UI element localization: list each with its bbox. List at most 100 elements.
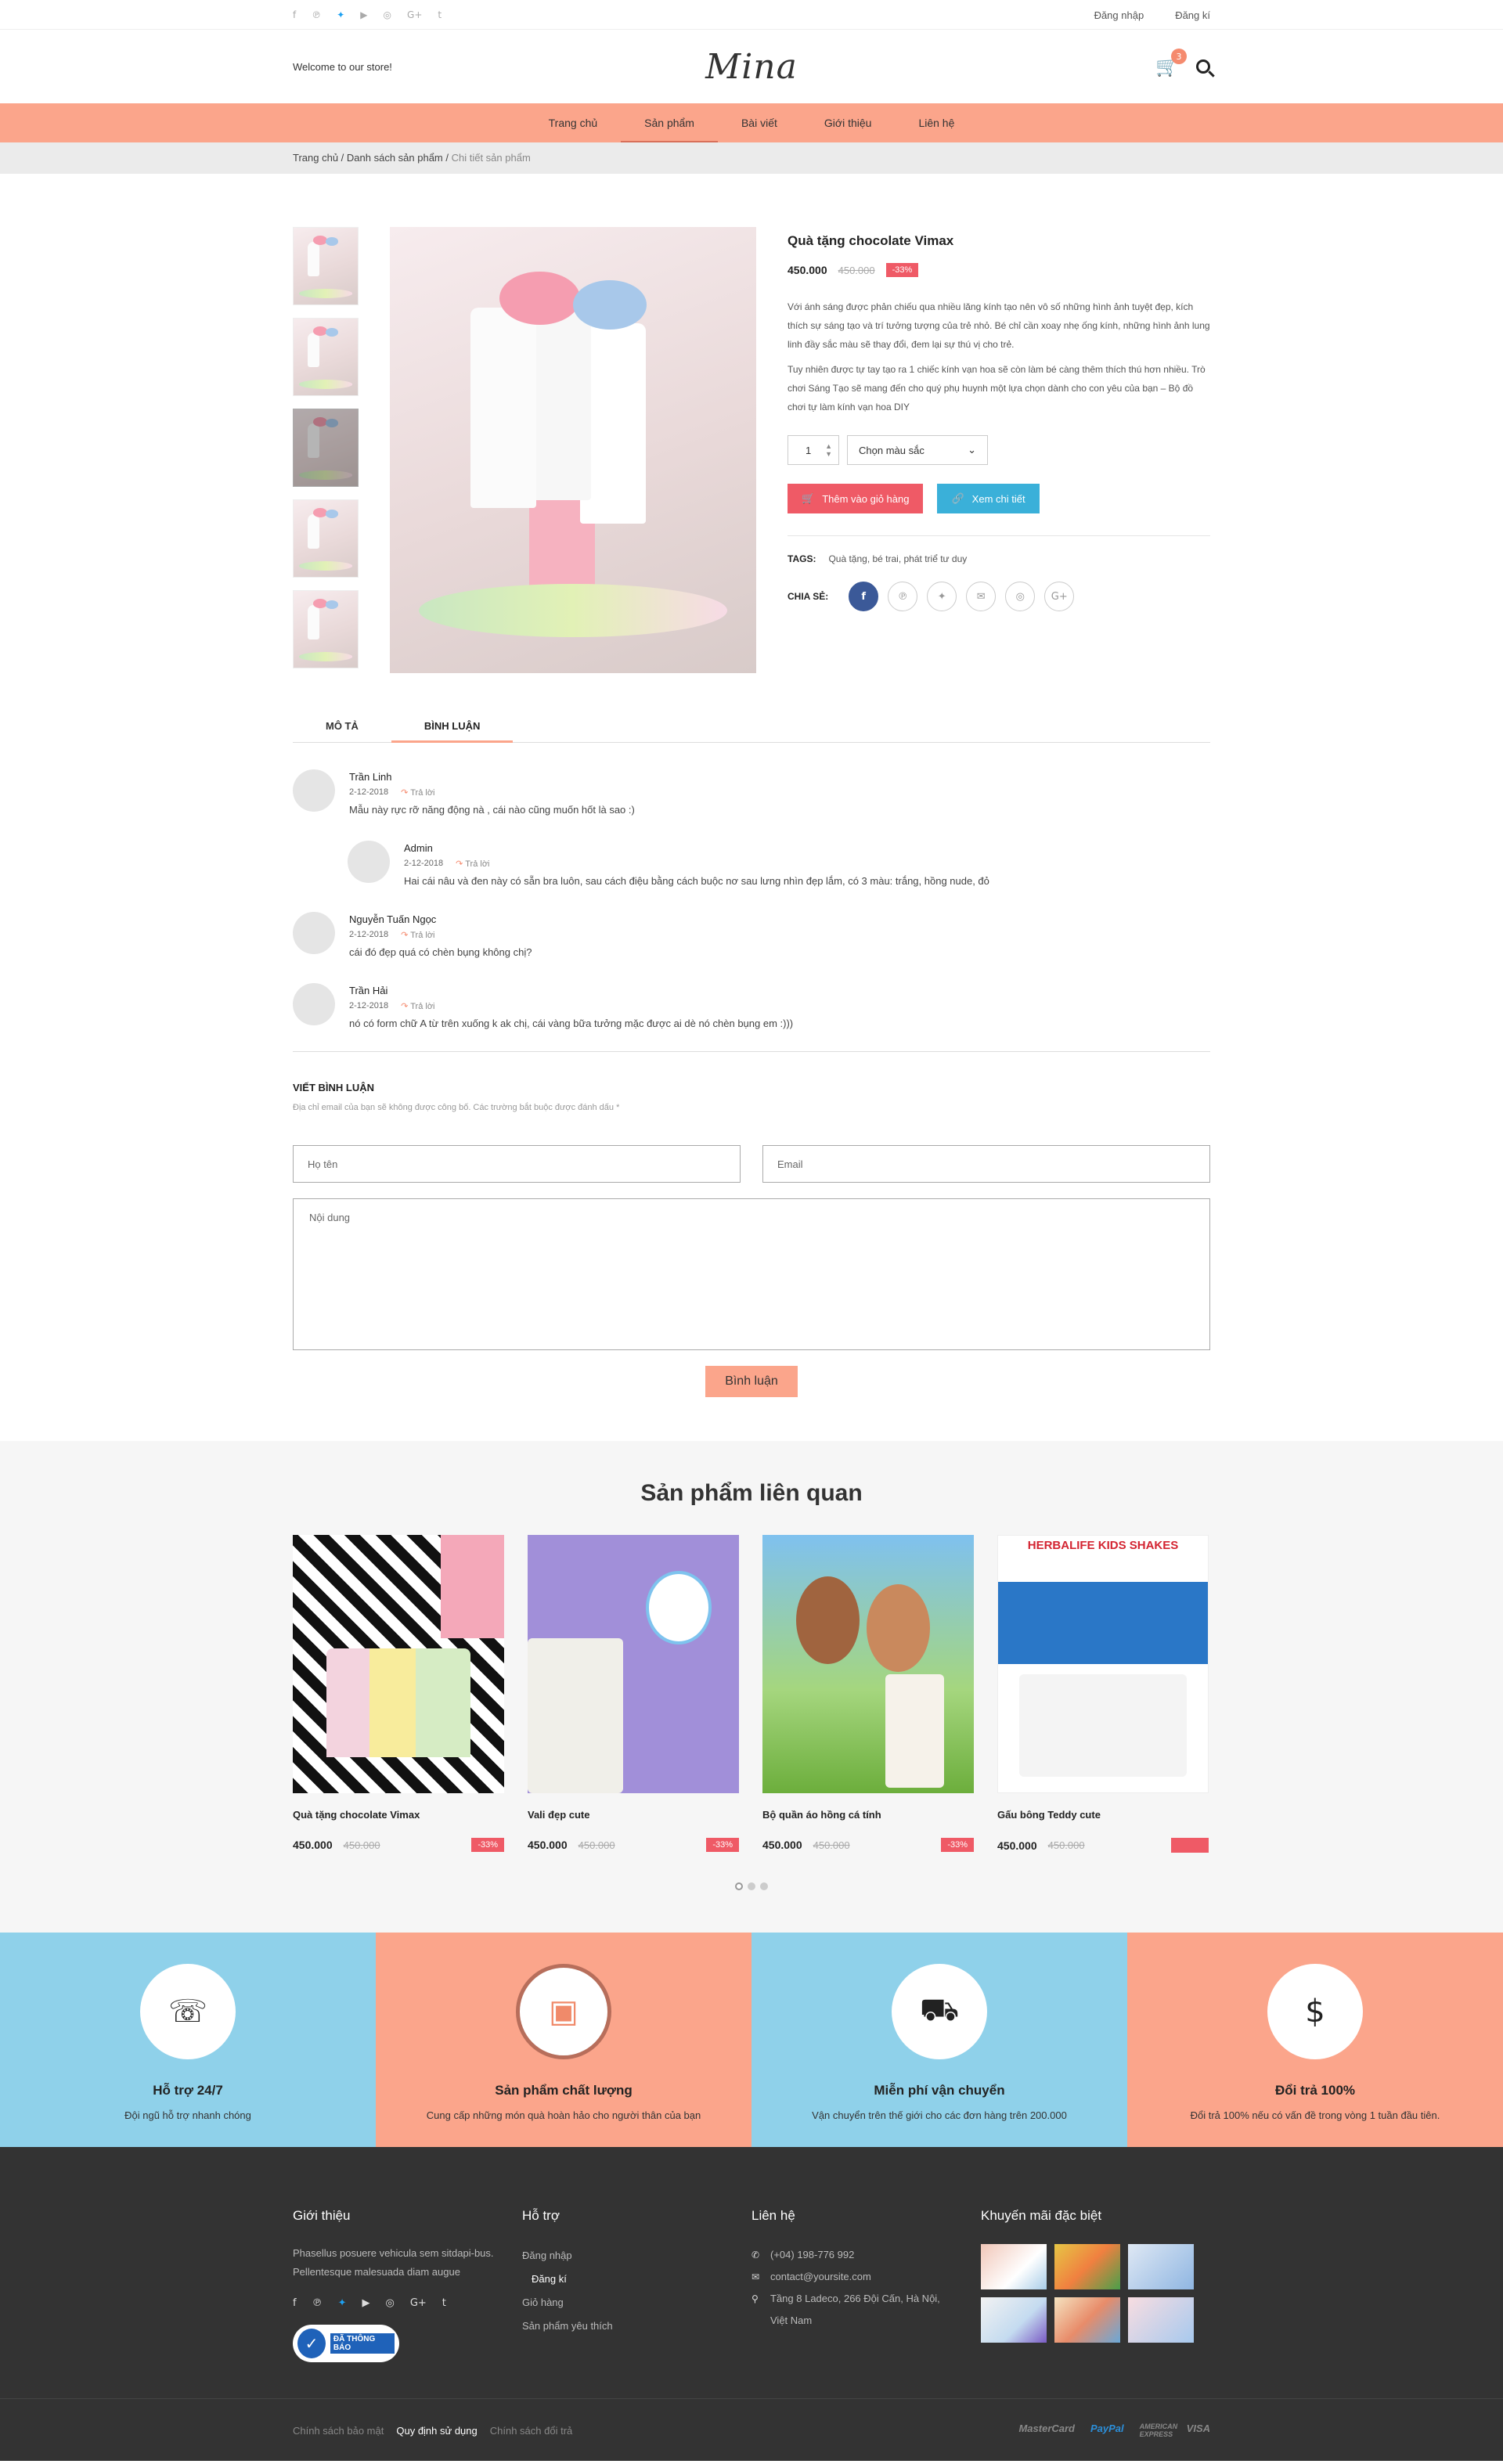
reply-button[interactable]: Trả lời	[401, 930, 434, 940]
pinterest-icon[interactable]: ℗	[312, 9, 321, 20]
product-thumbnail[interactable]	[293, 409, 359, 487]
twitter-icon[interactable]: ✦	[338, 2297, 347, 2309]
youtube-icon[interactable]: ▶	[362, 2297, 369, 2309]
email-icon[interactable]: ✉	[966, 582, 997, 611]
name-field[interactable]: Họ tên	[293, 1145, 741, 1183]
discount-badge: -33%	[885, 263, 919, 277]
product-card[interactable]: Bộ quần áo hồng cá tính 450.000 450.000 …	[762, 1535, 974, 1853]
product-image[interactable]	[762, 1535, 974, 1793]
carousel-dot[interactable]	[748, 1882, 755, 1890]
promo-image[interactable]	[1128, 2244, 1194, 2289]
reply-button[interactable]: Trả lời	[401, 1001, 434, 1011]
product-title: Quà tặng chocolate Vimax	[788, 233, 954, 248]
tab-comments[interactable]: BÌNH LUẬN	[391, 711, 514, 743]
promo-image[interactable]	[981, 2244, 1047, 2289]
instagram-icon[interactable]: ◎	[1005, 582, 1036, 611]
promo-image[interactable]	[1128, 2297, 1194, 2343]
google-plus-icon[interactable]: G+	[407, 9, 422, 20]
footer-link[interactable]: Sản phẩm yêu thích	[522, 2315, 752, 2338]
discount-badge: -33%	[941, 1838, 974, 1852]
product-name[interactable]: Gấu bông Teddy cute	[997, 1809, 1209, 1821]
comment-text: nó có form chữ A từ trên xuống k ak chị,…	[349, 1018, 794, 1029]
contact-email[interactable]: contact@yoursite.com	[770, 2266, 871, 2288]
submit-comment-button[interactable]: Bình luận	[705, 1366, 798, 1397]
link-icon: 🔗	[951, 492, 964, 504]
product-main-image[interactable]	[390, 227, 756, 673]
contact-phone[interactable]: (+04) 198-776 992	[770, 2244, 854, 2266]
policy-link[interactable]: Quy định sử dụng	[396, 2425, 477, 2437]
quantity-stepper[interactable]: 1 ▲ ▼	[788, 435, 839, 465]
pinterest-icon[interactable]: ℗	[312, 2297, 323, 2309]
tags-label: TAGS:	[788, 553, 816, 564]
product-old-price: 450.000	[813, 1839, 850, 1851]
nav-item-about[interactable]: Giới thiệu	[801, 103, 896, 142]
nav-item-products[interactable]: Sản phẩm	[621, 103, 718, 142]
policy-link[interactable]: Chính sách bảo mật	[293, 2425, 384, 2437]
tumblr-icon[interactable]: t	[442, 2297, 446, 2309]
comment-reply: Admin 2-12-2018 Trả lời Hai cái nâu và đ…	[348, 841, 1210, 887]
product-name[interactable]: Quà tặng chocolate Vimax	[293, 1809, 504, 1821]
add-to-cart-button[interactable]: 🛒 Thêm vào giỏ hàng	[788, 484, 924, 513]
coins-icon: $	[1267, 1964, 1363, 2059]
product-old-price: 450.000	[578, 1839, 615, 1851]
policy-link[interactable]: Chính sách đổi trả	[490, 2425, 573, 2437]
nav-item-home[interactable]: Trang chủ	[525, 103, 622, 142]
stepper-arrows-icon[interactable]: ▲ ▼	[825, 442, 832, 458]
product-thumbnail[interactable]	[293, 318, 359, 396]
certification-badge[interactable]: ✓ ĐÃ THÔNG BÁO	[293, 2325, 399, 2362]
location-icon: ⚲	[752, 2293, 759, 2304]
instagram-icon[interactable]: ◎	[384, 9, 391, 20]
youtube-icon[interactable]: ▶	[360, 9, 367, 20]
reply-button[interactable]: Trả lời	[456, 859, 489, 869]
tab-description[interactable]: MÔ TẢ	[293, 711, 391, 742]
color-select[interactable]: Chọn màu sắc ⌄	[847, 435, 988, 465]
product-card[interactable]: Quà tặng chocolate Vimax 450.000 450.000…	[293, 1535, 504, 1853]
footer-link[interactable]: Đăng nhập	[522, 2244, 752, 2268]
google-plus-icon[interactable]: G+	[410, 2297, 427, 2309]
tumblr-icon[interactable]: t	[438, 9, 442, 20]
instagram-icon[interactable]: ◎	[385, 2297, 394, 2309]
facebook-icon[interactable]: f	[293, 2297, 297, 2309]
breadcrumb-list[interactable]: Danh sách sản phẩm /	[347, 152, 449, 164]
google-plus-icon[interactable]: G+	[1044, 582, 1075, 611]
nav-item-blog[interactable]: Bài viết	[718, 103, 801, 142]
product-thumbnail[interactable]	[293, 590, 359, 668]
promo-image[interactable]	[1054, 2244, 1120, 2289]
logo[interactable]: Mina	[705, 47, 798, 87]
product-card[interactable]: HERBALIFE KIDS SHAKES Gấu bông Teddy cut…	[997, 1535, 1209, 1853]
cart-button[interactable]: 🛒 3	[1155, 49, 1187, 77]
carousel-dot[interactable]	[735, 1882, 743, 1890]
search-icon[interactable]	[1195, 59, 1210, 74]
twitter-icon[interactable]: ✦	[337, 9, 344, 20]
twitter-icon[interactable]: ✦	[927, 582, 957, 611]
tags-list[interactable]: Quà tặng, bé trai, phát triể tư duy	[828, 553, 967, 564]
avatar	[348, 841, 390, 883]
footer-link[interactable]: Đăng kí	[522, 2268, 752, 2291]
product-image[interactable]: HERBALIFE KIDS SHAKES	[997, 1535, 1209, 1793]
content-textarea[interactable]: Nội dung	[293, 1198, 1210, 1350]
product-thumbnail[interactable]	[293, 499, 359, 578]
view-detail-button[interactable]: 🔗 Xem chi tiết	[937, 484, 1040, 513]
carousel-dot[interactable]	[760, 1882, 768, 1890]
comment: Trần Linh 2-12-2018 Trả lời Mẫu này rực …	[293, 769, 1210, 816]
add-to-cart-label: Thêm vào giỏ hàng	[822, 492, 910, 505]
pinterest-icon[interactable]: ℗	[888, 582, 918, 611]
product-card[interactable]: Vali đẹp cute 450.000 450.000 -33%	[528, 1535, 739, 1853]
product-image[interactable]	[528, 1535, 739, 1793]
promo-image[interactable]	[981, 2297, 1047, 2343]
login-link[interactable]: Đăng nhập	[1094, 9, 1144, 21]
register-link[interactable]: Đăng kí	[1175, 9, 1210, 21]
facebook-icon[interactable]: f	[849, 582, 879, 611]
promo-image[interactable]	[1054, 2297, 1120, 2343]
description-paragraph: Với ánh sáng được phản chiếu qua nhiều l…	[788, 301, 1210, 350]
product-thumbnail[interactable]	[293, 227, 359, 305]
nav-item-contact[interactable]: Liên hệ	[895, 103, 978, 142]
facebook-icon[interactable]: f	[293, 9, 296, 20]
product-name[interactable]: Bộ quần áo hồng cá tính	[762, 1809, 974, 1821]
email-field[interactable]: Email	[762, 1145, 1210, 1183]
breadcrumb-home[interactable]: Trang chủ /	[293, 152, 344, 164]
product-image[interactable]	[293, 1535, 504, 1793]
reply-button[interactable]: Trả lời	[401, 787, 434, 798]
product-name[interactable]: Vali đẹp cute	[528, 1809, 739, 1821]
footer-link[interactable]: Giỏ hàng	[522, 2291, 752, 2315]
